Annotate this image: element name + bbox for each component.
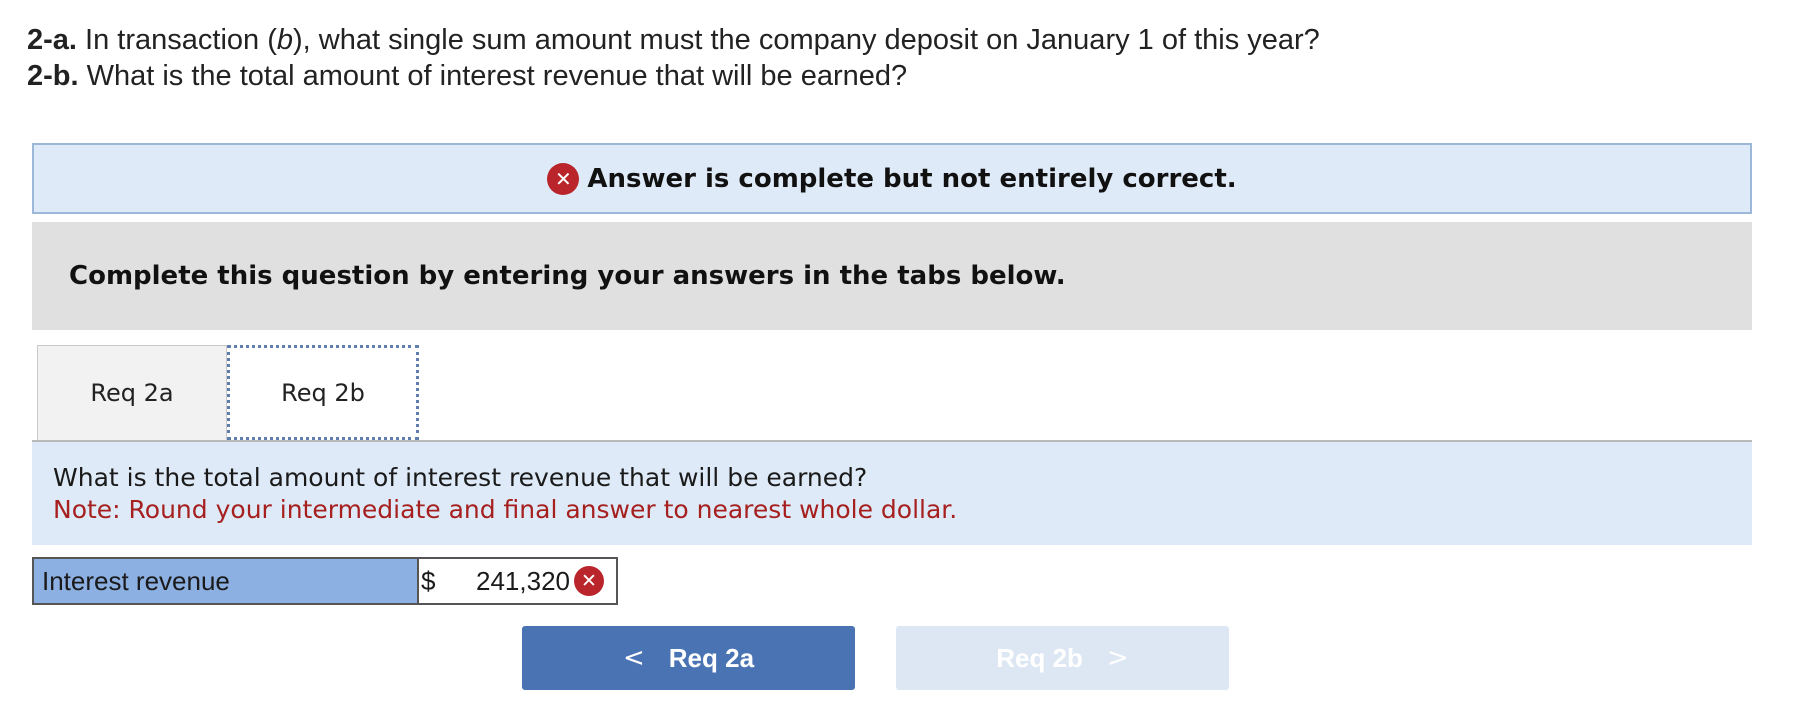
question-2a-italic: b [276, 24, 293, 56]
answer-label: Interest revenue [32, 557, 419, 605]
instructions-panel: Complete this question by entering your … [32, 222, 1752, 330]
feedback-banner: ✕ Answer is complete but not entirely co… [32, 143, 1752, 214]
question-2a-text-2: ), what single sum amount must the compa… [293, 24, 1320, 56]
prompt-question: What is the total amount of interest rev… [53, 463, 868, 492]
tab-req-2b[interactable]: Req 2b [227, 345, 419, 440]
instructions-text: Complete this question by entering your … [69, 261, 1066, 291]
x-circle-icon: ✕ [574, 566, 604, 596]
prev-req-label: Req 2a [668, 642, 755, 673]
currency-symbol: $ [421, 565, 436, 596]
chevron-right-icon: > [1106, 643, 1129, 673]
x-circle-icon: ✕ [547, 162, 580, 195]
interest-revenue-input[interactable]: $ 241,320 ✕ [417, 557, 618, 605]
question-2a-text-1: In transaction ( [76, 24, 277, 56]
question-2a-prefix: 2-a. [27, 24, 77, 56]
question-prompt-panel: What is the total amount of interest rev… [32, 442, 1752, 545]
feedback-text: Answer is complete but not entirely corr… [587, 163, 1237, 194]
tab-req-2b-label: Req 2b [281, 378, 365, 407]
answer-label-text: Interest revenue [42, 565, 230, 596]
question-2b-text: What is the total amount of interest rev… [78, 60, 908, 92]
next-req-label: Req 2b [996, 642, 1083, 673]
prompt-note: Note: Round your intermediate and final … [53, 495, 958, 524]
tab-req-2a[interactable]: Req 2a [37, 345, 227, 440]
tab-req-2a-label: Req 2a [90, 379, 174, 407]
chevron-left-icon: < [622, 643, 645, 673]
question-2b-prefix: 2-b. [27, 60, 79, 92]
answer-value[interactable]: 241,320 [461, 566, 574, 597]
next-req-button[interactable]: Req 2b > [896, 626, 1229, 690]
question-2a: 2-a. In transaction (b), what single sum… [27, 22, 1320, 58]
prev-req-button[interactable]: < Req 2a [522, 626, 855, 690]
question-2b: 2-b. What is the total amount of interes… [27, 58, 907, 94]
